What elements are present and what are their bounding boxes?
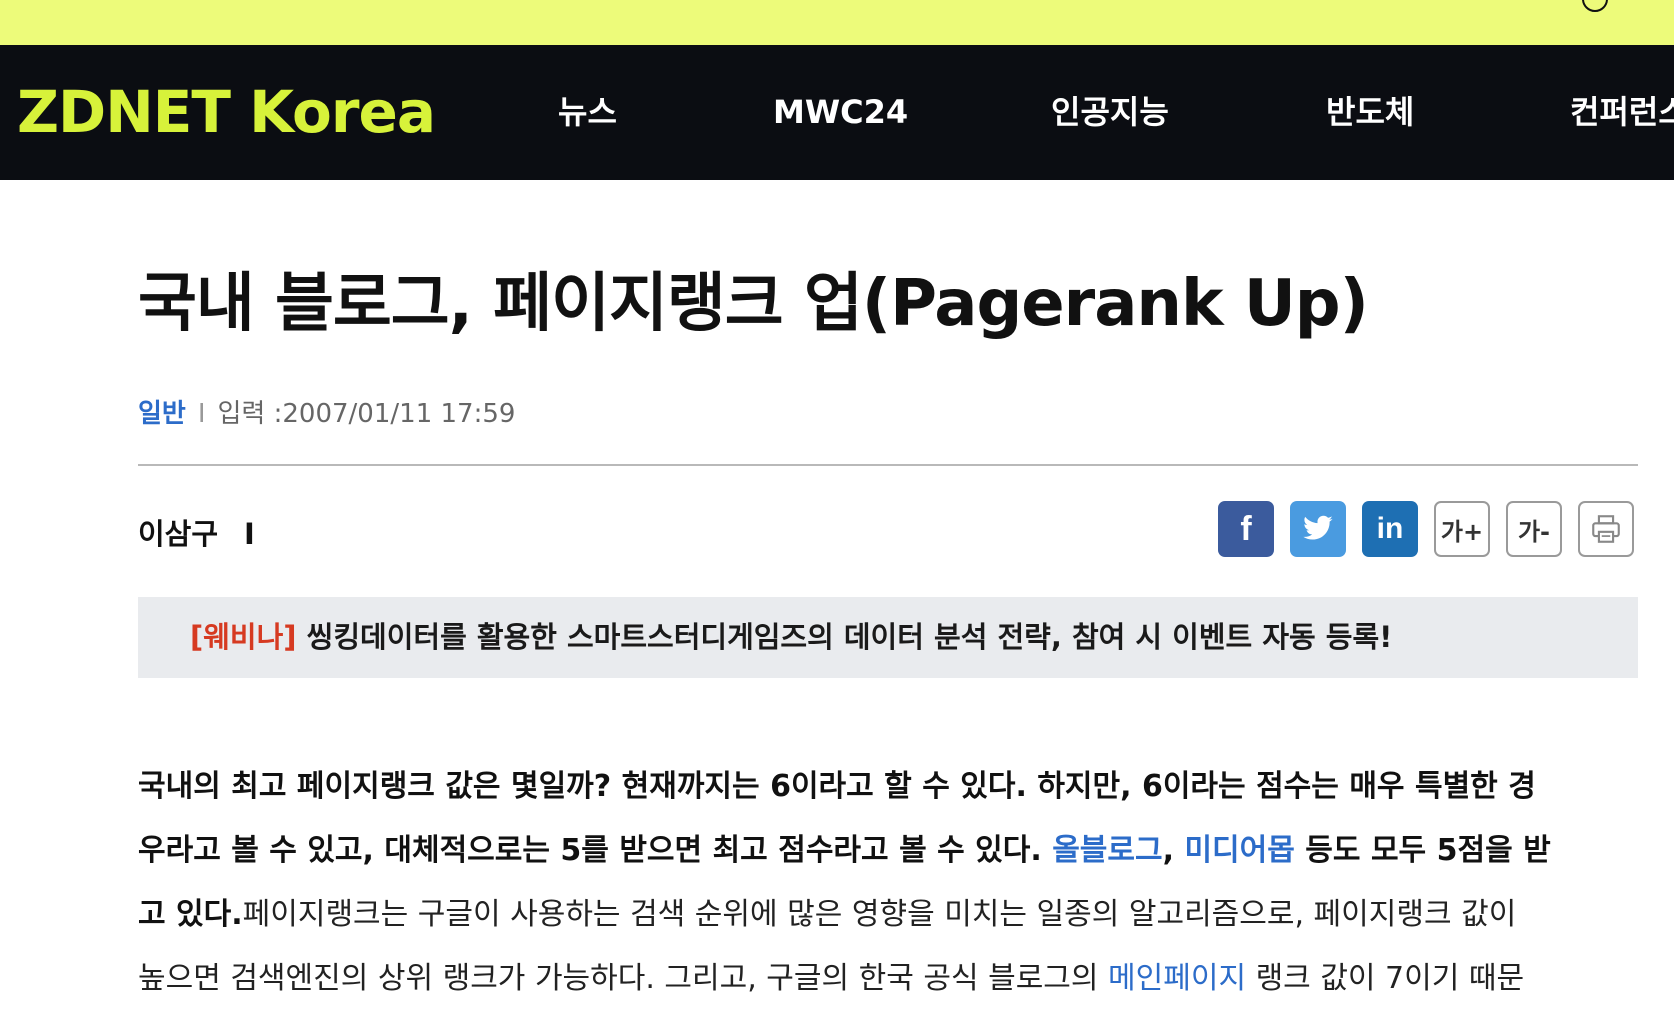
author-name[interactable]: 이삼구 <box>138 517 218 551</box>
body-line: 높으면 검색엔진의 상위 랭크가 가능하다. 그리고, 구글의 한국 공식 블로… <box>138 947 1638 1011</box>
nav-item-mwc24[interactable]: MWC24 <box>773 90 908 134</box>
nav-item-semiconductor[interactable]: 반도체 <box>1326 90 1414 134</box>
promo-text: [웨비나] 씽킹데이터를 활용한 스마트스터디게임즈의 데이터 분석 전략, 참… <box>190 616 1392 658</box>
body-text-segment: 높으면 검색엔진의 상위 랭크가 가능하다. 그리고, 구글의 한국 공식 블로… <box>138 961 1109 996</box>
font-increase-label: 가+ <box>1440 517 1484 546</box>
nav-item-ai[interactable]: 인공지능 <box>1051 90 1169 134</box>
linkedin-share-button[interactable]: in <box>1362 501 1418 557</box>
body-text-segment: 고 있다. <box>138 897 243 932</box>
font-size-increase-button[interactable]: 가+ <box>1434 501 1490 557</box>
body-line: 국내의 최고 페이지랭크 값은 몇일까? 현재까지는 6이라고 할 수 있다. … <box>138 769 1536 804</box>
nav-item-news[interactable]: 뉴스 <box>558 90 617 134</box>
allblog-link[interactable]: 올블로그 <box>1052 833 1162 868</box>
twitter-share-button[interactable] <box>1290 501 1346 557</box>
facebook-share-button[interactable]: f <box>1218 501 1274 557</box>
main-navigation: ZDNET Korea 뉴스 MWC24 인공지능 반도체 컨퍼런스 <box>0 45 1674 180</box>
promo-tag: [웨비나] <box>190 620 297 654</box>
site-logo[interactable]: ZDNET Korea <box>17 77 436 147</box>
author-separator: I <box>244 517 255 551</box>
article-meta: 일반 I 입력 :2007/01/11 17:59 <box>138 396 515 432</box>
body-text-segment: 페이지랭크는 구글이 사용하는 검색 순위에 많은 영향을 미치는 일종의 알고… <box>242 897 1517 932</box>
body-text-segment: 우라고 볼 수 있고, 대체적으로는 5를 받으면 최고 점수라고 볼 수 있다… <box>138 833 1053 868</box>
article-body: 국내의 최고 페이지랭크 값은 몇일까? 현재까지는 6이라고 할 수 있다. … <box>138 755 1638 1011</box>
mediamob-link[interactable]: 미디어몹 <box>1184 833 1294 868</box>
facebook-icon: f <box>1240 509 1252 548</box>
print-button[interactable] <box>1578 501 1634 557</box>
font-decrease-label: 가- <box>1517 517 1551 546</box>
article-date: 입력 :2007/01/11 17:59 <box>217 399 516 429</box>
body-line: 고 있다.페이지랭크는 구글이 사용하는 검색 순위에 많은 영향을 미치는 일… <box>138 883 1638 947</box>
body-text-segment: 등도 모두 5점을 받 <box>1294 833 1551 868</box>
article-title: 국내 블로그, 페이지랭크 업(Pagerank Up) <box>138 267 1369 341</box>
main-page-link[interactable]: 메인페이지 <box>1108 961 1246 996</box>
body-text-segment: , <box>1162 833 1185 868</box>
body-line: 우라고 볼 수 있고, 대체적으로는 5를 받으면 최고 점수라고 볼 수 있다… <box>138 819 1638 883</box>
linkedin-icon: in <box>1376 512 1404 545</box>
author-line: 이삼구 I <box>138 514 255 554</box>
meta-separator: I <box>197 399 206 429</box>
body-text-segment: 랭크 값이 7이기 때문 <box>1246 961 1525 996</box>
globe-icon[interactable] <box>1582 0 1608 12</box>
font-size-decrease-button[interactable]: 가- <box>1506 501 1562 557</box>
article-category-link[interactable]: 일반 <box>138 399 186 429</box>
webinar-promo-banner[interactable]: [웨비나] 씽킹데이터를 활용한 스마트스터디게임즈의 데이터 분석 전략, 참… <box>138 597 1638 678</box>
top-banner <box>0 0 1674 45</box>
twitter-bird-icon <box>1303 515 1333 540</box>
printer-icon <box>1592 515 1620 543</box>
promo-message: 씽킹데이터를 활용한 스마트스터디게임즈의 데이터 분석 전략, 참여 시 이벤… <box>306 620 1393 654</box>
divider <box>138 464 1638 466</box>
nav-item-conference[interactable]: 컨퍼런스 <box>1570 90 1674 134</box>
